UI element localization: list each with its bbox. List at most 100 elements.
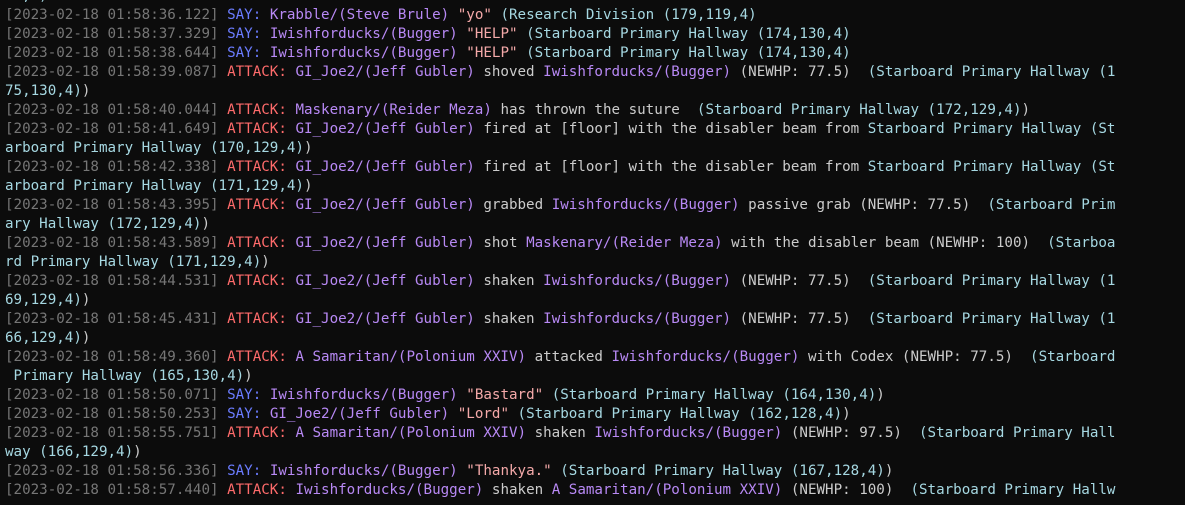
location: (Starboard Prim: [987, 197, 1116, 213]
say-tag: SAY:: [227, 45, 262, 61]
location: (Starboard Primary Hallway (162,128,4): [517, 406, 843, 422]
timestamp: [2023-02-18 01:58:39.087]: [5, 64, 219, 80]
actor-name: A Samaritan/(Polonium XXIV): [295, 349, 527, 365]
actor-name: GI_Joe2/(Jeff Gubler): [295, 64, 475, 80]
log-text: with Codex (NEWHP: 77.5): [799, 349, 1031, 365]
location: (Starboard Primary Hallway (167,128,4): [560, 463, 885, 479]
attack-tag: ATTACK:: [227, 482, 287, 498]
log-line-attack: [2023-02-18 01:58:42.338] ATTACK: GI_Joe…: [5, 158, 1185, 177]
timestamp: [2023-02-18 01:58:50.253]: [5, 406, 219, 422]
timestamp: [2023-02-18 01:58:56.336]: [5, 463, 219, 479]
log-line-attack: [2023-02-18 01:58:49.360] ATTACK: A Sama…: [5, 348, 1185, 367]
log-text: ): [81, 83, 91, 99]
location: (Starboard Primary Hallway (174,130,4): [526, 45, 851, 61]
timestamp: [2023-02-18 01:58:55.751]: [5, 425, 219, 441]
log-line-continuation: arboard Primary Hallway (171,129,4)): [5, 177, 1185, 196]
timestamp: [2023-02-18 01:58:57.440]: [5, 482, 219, 498]
quoted-speech: "HELP": [466, 45, 518, 61]
log-text: shaken: [526, 425, 595, 441]
log-line-attack: [2023-02-18 01:58:40.044] ATTACK: Masken…: [5, 101, 1185, 120]
location: (Starboard Primary Hallw: [910, 482, 1116, 498]
log-line-continuation: rd Primary Hallway (171,129,4)): [5, 253, 1185, 272]
location: ary Hallway (172,129,4): [5, 216, 202, 232]
log-text: shaken: [474, 273, 544, 289]
say-tag: SAY:: [227, 26, 262, 42]
log-text: with the disabler beam (NEWHP: 100): [722, 235, 1048, 251]
log-text: (NEWHP: 100): [782, 482, 911, 498]
actor-name: Iwishforducks/(Bugger): [543, 311, 732, 327]
say-tag: SAY:: [227, 406, 262, 422]
timestamp: [2023-02-18 01:58:44.531]: [5, 273, 219, 289]
actor-name: GI_Joe2/(Jeff Gubler): [295, 273, 475, 289]
location: 17,4): [5, 0, 48, 4]
log-text: ): [201, 216, 211, 232]
actor-name: Iwishforducks/(Bugger): [543, 273, 732, 289]
location: (Starboard Primary Hallway (172,129,4): [696, 102, 1022, 118]
log-output: 17,4) [2023-02-18 01:58:36.122] SAY: Krab…: [0, 0, 1185, 500]
log-text: ): [244, 368, 253, 384]
log-text: (NEWHP: 77.5): [731, 64, 868, 80]
log-text: attacked: [526, 349, 612, 365]
say-tag: SAY:: [227, 463, 262, 479]
attack-tag: ATTACK:: [227, 425, 287, 441]
actor-name: A Samaritan/(Polonium XXIV): [295, 425, 527, 441]
log-line-continuation: ary Hallway (172,129,4)): [5, 215, 1185, 234]
log-line-say: [2023-02-18 01:58:56.336] SAY: Iwishford…: [5, 462, 1185, 481]
log-line-attack: [2023-02-18 01:58:39.087] ATTACK: GI_Joe…: [5, 63, 1185, 82]
actor-name: Iwishforducks/(Bugger): [551, 197, 740, 213]
log-text: ): [303, 140, 313, 156]
log-text: (NEWHP: 77.5): [731, 273, 868, 289]
actor-name: GI_Joe2/(Jeff Gubler): [295, 311, 475, 327]
log-line-continuation: 66,129,4)): [5, 329, 1185, 348]
quoted-speech: "yo": [457, 7, 492, 23]
actor-name: GI_Joe2/(Jeff Gubler): [269, 406, 450, 422]
log-text: shoved: [474, 64, 544, 80]
location: Starboard Primary Hallway (St: [867, 159, 1116, 175]
say-tag: SAY:: [227, 7, 262, 23]
actor-name: GI_Joe2/(Jeff Gubler): [295, 197, 475, 213]
log-text: passive grab (NEWHP: 77.5): [739, 197, 988, 213]
log-text: ): [884, 463, 894, 479]
location: arboard Primary Hallway (171,129,4): [5, 178, 304, 194]
location: arboard Primary Hallway (170,129,4): [5, 140, 304, 156]
actor-name: Maskenary/(Reider Meza): [295, 102, 492, 118]
quoted-speech: "Thankya.": [466, 463, 552, 479]
log-line-say: [2023-02-18 01:58:36.122] SAY: Krabble/(…: [5, 6, 1185, 25]
location: (Research Division (179,119,4): [500, 7, 757, 23]
log-text: ): [81, 330, 91, 346]
log-text: ): [842, 406, 851, 422]
log-line-say: [2023-02-18 01:58:38.644] SAY: Iwishford…: [5, 44, 1185, 63]
actor-name: Iwishforducks/(Bugger): [269, 26, 458, 42]
location: 66,129,4): [5, 330, 82, 346]
quoted-speech: "HELP": [466, 26, 518, 42]
attack-tag: ATTACK:: [227, 197, 287, 213]
actor-name: Iwishforducks/(Bugger): [269, 463, 458, 479]
attack-tag: ATTACK:: [227, 159, 287, 175]
attack-tag: ATTACK:: [227, 311, 287, 327]
actor-name: GI_Joe2/(Jeff Gubler): [295, 235, 475, 251]
actor-name: Iwishforducks/(Bugger): [269, 387, 458, 403]
log-text: grabbed: [474, 197, 552, 213]
log-text: has thrown the suture: [491, 102, 697, 118]
location: (Starboard Primary Hallway (1: [867, 273, 1116, 289]
log-text: shaken: [483, 482, 552, 498]
timestamp: [2023-02-18 01:58:36.122]: [5, 7, 219, 23]
log-text: ): [261, 254, 270, 270]
